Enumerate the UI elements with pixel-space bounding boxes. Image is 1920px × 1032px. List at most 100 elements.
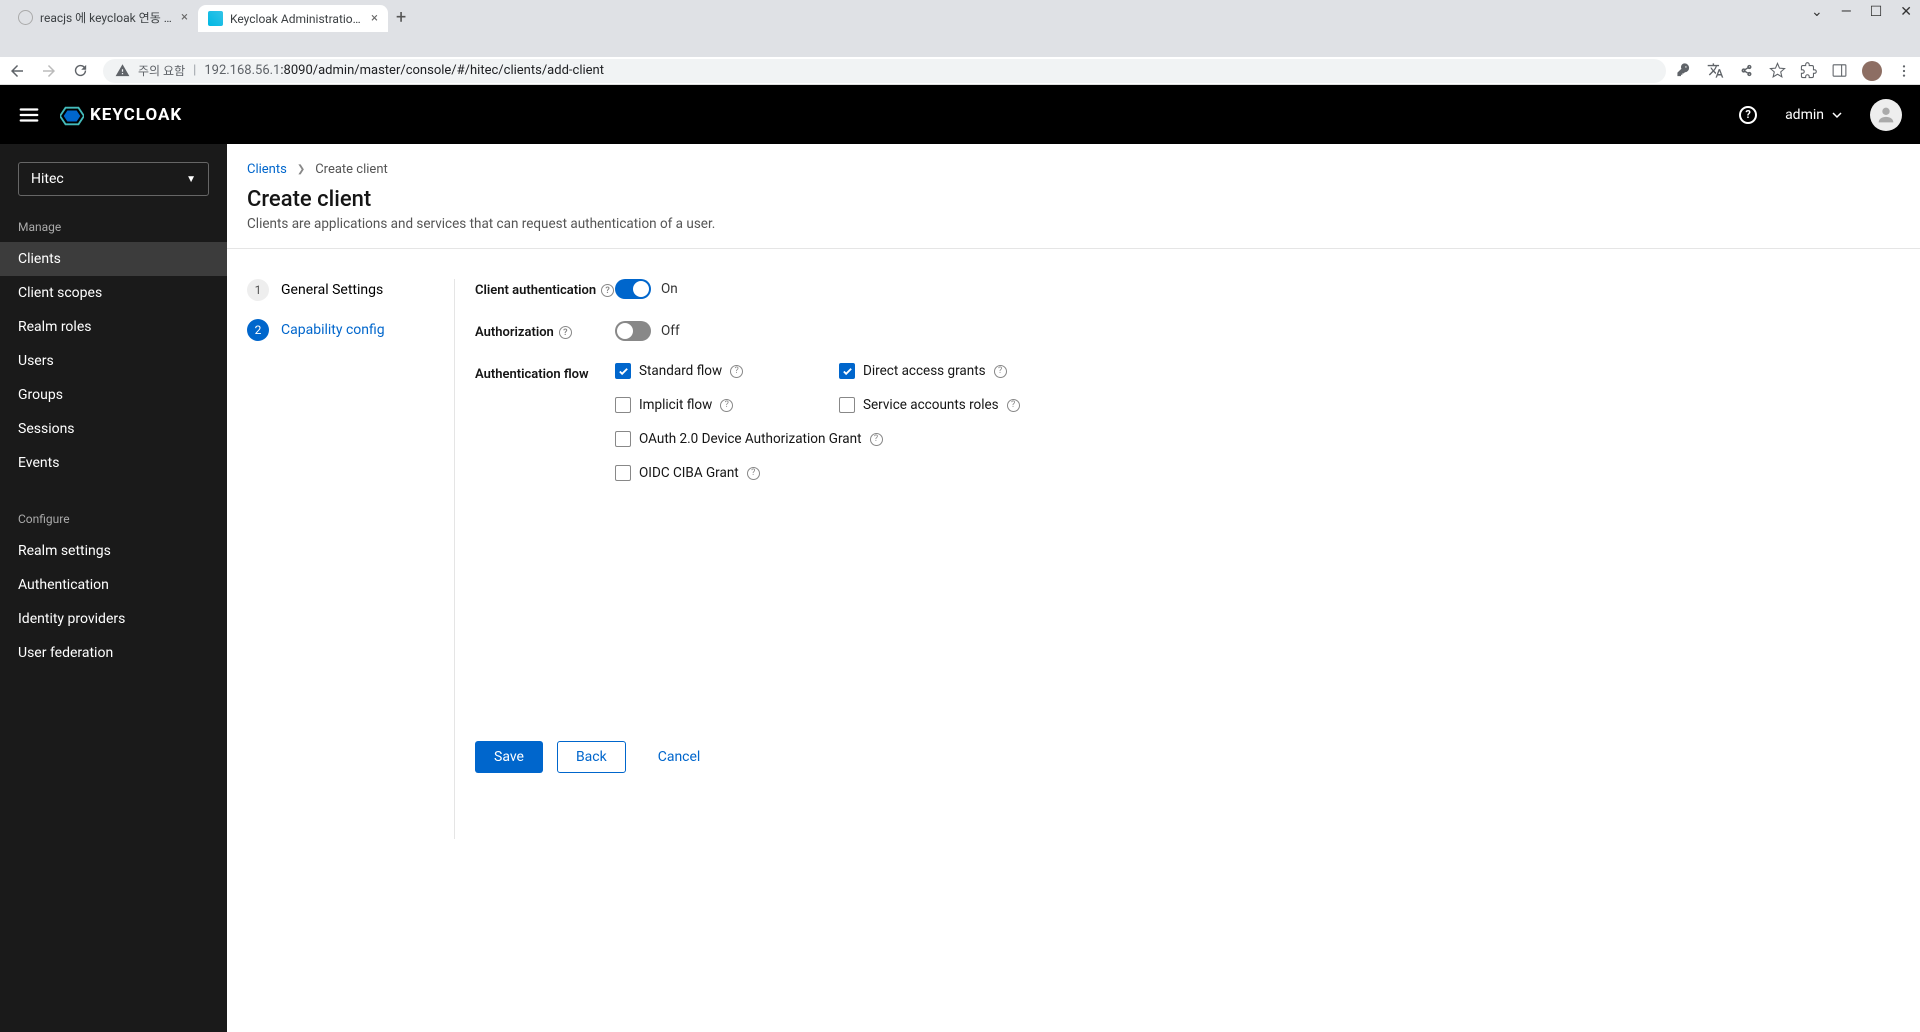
client-auth-toggle[interactable] bbox=[615, 279, 651, 299]
browser-tab-active[interactable]: Keycloak Administration Consol × bbox=[198, 5, 388, 32]
realm-selector[interactable]: Hitec ▼ bbox=[18, 162, 209, 196]
caret-down-icon: ▼ bbox=[186, 174, 196, 185]
not-secure-icon bbox=[115, 63, 130, 78]
check-label: Standard flow bbox=[639, 363, 722, 379]
close-window-icon[interactable]: ✕ bbox=[1900, 4, 1912, 20]
user-name: admin bbox=[1785, 107, 1824, 123]
check-label: Direct access grants bbox=[863, 363, 986, 379]
sidebar-section-manage: Manage bbox=[0, 210, 227, 242]
new-tab-button[interactable]: + bbox=[388, 3, 414, 32]
help-icon[interactable]: ? bbox=[730, 365, 743, 378]
auth-flow-checks: Standard flow ? Direct access grants ? bbox=[615, 363, 1059, 481]
page-title: Create client bbox=[227, 183, 1920, 216]
save-button[interactable]: Save bbox=[475, 741, 543, 773]
address-bar: 주의 요함 | 192.168.56.1:8090/admin/master/c… bbox=[0, 57, 1920, 85]
breadcrumb-root[interactable]: Clients bbox=[247, 162, 287, 177]
toggle-state: On bbox=[661, 281, 678, 297]
chevron-down-icon[interactable]: ⌄ bbox=[1811, 4, 1823, 20]
implicit-flow-checkbox[interactable] bbox=[615, 397, 631, 413]
sidebar-item-client-scopes[interactable]: Client scopes bbox=[0, 276, 227, 310]
breadcrumb: Clients ❯ Create client bbox=[227, 144, 1920, 183]
close-icon[interactable]: × bbox=[181, 10, 188, 25]
user-menu[interactable]: admin bbox=[1785, 107, 1842, 123]
close-icon[interactable]: × bbox=[371, 11, 378, 26]
browser-tab[interactable]: reacjs 에 keycloak 연동 | hitec D × bbox=[8, 3, 198, 32]
sidebar-section-configure: Configure bbox=[0, 502, 227, 534]
wizard-step-general[interactable]: 1 General Settings bbox=[247, 279, 438, 301]
sidebar-item-realm-settings[interactable]: Realm settings bbox=[0, 534, 227, 568]
help-icon[interactable]: ? bbox=[1007, 399, 1020, 412]
sidebar-item-user-federation[interactable]: User federation bbox=[0, 636, 227, 670]
step-number: 1 bbox=[247, 279, 269, 301]
help-icon[interactable]: ? bbox=[559, 326, 572, 339]
authorization-label: Authorization bbox=[475, 325, 554, 340]
help-icon[interactable]: ? bbox=[994, 365, 1007, 378]
step-label: General Settings bbox=[281, 282, 383, 298]
minimize-icon[interactable]: — bbox=[1841, 4, 1852, 20]
wizard-steps: 1 General Settings 2 Capability config bbox=[247, 279, 455, 839]
authorization-toggle[interactable] bbox=[615, 321, 651, 341]
sidebar-item-groups[interactable]: Groups bbox=[0, 378, 227, 412]
share-icon[interactable] bbox=[1738, 62, 1755, 79]
main-content: Clients ❯ Create client Create client Cl… bbox=[227, 144, 1920, 1032]
panel-icon[interactable] bbox=[1831, 62, 1848, 79]
tab-bar: reacjs 에 keycloak 연동 | hitec D × Keycloa… bbox=[0, 0, 1920, 32]
maximize-icon[interactable]: ☐ bbox=[1870, 4, 1883, 20]
tab-title: Keycloak Administration Consol bbox=[230, 12, 364, 26]
direct-access-checkbox[interactable] bbox=[839, 363, 855, 379]
page-subtitle: Clients are applications and services th… bbox=[227, 216, 1920, 248]
app-header: KEYCLOAK ? admin bbox=[0, 85, 1920, 144]
url-text: 192.168.56.1:8090/admin/master/console/#… bbox=[204, 63, 604, 78]
sidebar-item-identity-providers[interactable]: Identity providers bbox=[0, 602, 227, 636]
auth-flow-label: Authentication flow bbox=[475, 367, 589, 382]
url-bar[interactable]: 주의 요함 | 192.168.56.1:8090/admin/master/c… bbox=[103, 59, 1666, 83]
breadcrumb-current: Create client bbox=[315, 162, 388, 177]
app: KEYCLOAK ? admin Hitec ▼ Manage Clients … bbox=[0, 85, 1920, 1032]
profile-avatar-icon[interactable] bbox=[1862, 61, 1882, 81]
chevron-right-icon: ❯ bbox=[297, 164, 305, 175]
hamburger-icon[interactable] bbox=[18, 104, 40, 126]
check-label: OAuth 2.0 Device Authorization Grant bbox=[639, 431, 862, 447]
service-accounts-checkbox[interactable] bbox=[839, 397, 855, 413]
check-label: Implicit flow bbox=[639, 397, 712, 413]
keycloak-logo[interactable]: KEYCLOAK bbox=[60, 105, 182, 125]
sidebar-item-realm-roles[interactable]: Realm roles bbox=[0, 310, 227, 344]
sidebar-item-users[interactable]: Users bbox=[0, 344, 227, 378]
help-icon[interactable]: ? bbox=[747, 467, 760, 480]
form-footer: Save Back Cancel bbox=[475, 741, 1920, 793]
realm-name: Hitec bbox=[31, 171, 64, 187]
window-controls: ⌄ — ☐ ✕ bbox=[1811, 4, 1912, 20]
not-secure-label: 주의 요함 bbox=[138, 62, 185, 79]
step-number: 2 bbox=[247, 319, 269, 341]
keycloak-logo-icon bbox=[60, 105, 84, 125]
browser-chrome: reacjs 에 keycloak 연동 | hitec D × Keycloa… bbox=[0, 0, 1920, 57]
translate-icon[interactable] bbox=[1707, 62, 1724, 79]
oidc-ciba-checkbox[interactable] bbox=[615, 465, 631, 481]
sidebar-item-clients[interactable]: Clients bbox=[0, 242, 227, 276]
extension-icons bbox=[1676, 61, 1912, 81]
oauth-device-checkbox[interactable] bbox=[615, 431, 631, 447]
globe-icon bbox=[18, 10, 33, 25]
sidebar-item-authentication[interactable]: Authentication bbox=[0, 568, 227, 602]
back-button[interactable]: Back bbox=[557, 741, 626, 773]
sidebar-item-sessions[interactable]: Sessions bbox=[0, 412, 227, 446]
puzzle-icon[interactable] bbox=[1800, 62, 1817, 79]
key-icon[interactable] bbox=[1676, 62, 1693, 79]
standard-flow-checkbox[interactable] bbox=[615, 363, 631, 379]
kebab-icon[interactable] bbox=[1896, 63, 1912, 79]
help-icon[interactable]: ? bbox=[870, 433, 883, 446]
help-icon[interactable]: ? bbox=[720, 399, 733, 412]
sidebar-item-events[interactable]: Events bbox=[0, 446, 227, 480]
help-icon[interactable]: ? bbox=[601, 284, 614, 297]
check-label: Service accounts roles bbox=[863, 397, 999, 413]
back-icon[interactable] bbox=[8, 62, 26, 80]
user-avatar-icon[interactable] bbox=[1870, 99, 1902, 131]
star-icon[interactable] bbox=[1769, 62, 1786, 79]
step-label: Capability config bbox=[281, 322, 385, 338]
forward-icon bbox=[40, 62, 58, 80]
reload-icon[interactable] bbox=[72, 62, 89, 79]
wizard-step-capability[interactable]: 2 Capability config bbox=[247, 319, 438, 341]
cancel-button[interactable]: Cancel bbox=[640, 742, 719, 772]
help-icon[interactable]: ? bbox=[1739, 106, 1757, 124]
check-label: OIDC CIBA Grant bbox=[639, 465, 739, 481]
